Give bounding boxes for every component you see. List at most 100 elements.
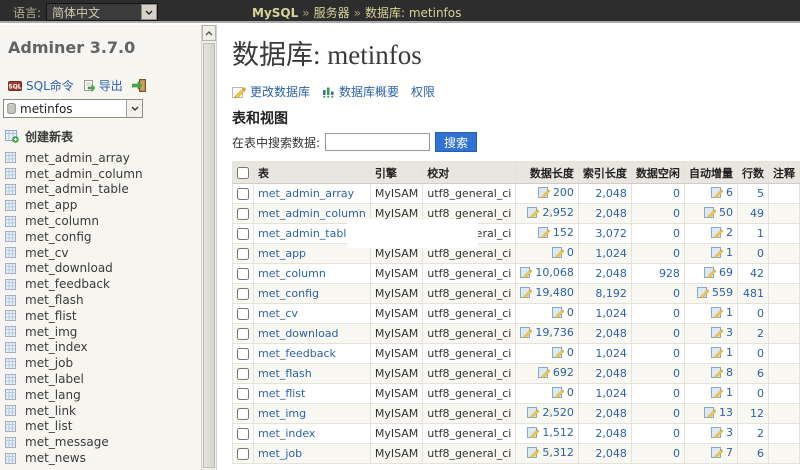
table-name-link[interactable]: met_download: [258, 327, 339, 340]
index-length-link[interactable]: 2,048: [595, 187, 627, 200]
auto-increment-link[interactable]: 50: [704, 206, 733, 219]
sidebar-item-met_flist[interactable]: met_flist: [5, 308, 195, 324]
data-length-link[interactable]: 2,520: [527, 406, 574, 419]
sidebar-table-link[interactable]: met_admin_column: [25, 167, 143, 181]
row-checkbox[interactable]: [237, 228, 249, 240]
row-checkbox[interactable]: [237, 248, 249, 260]
sidebar-item-met_admin_table[interactable]: met_admin_table: [5, 182, 195, 198]
data-length-link[interactable]: 152: [538, 226, 574, 239]
rows-link[interactable]: 49: [750, 207, 764, 220]
sidebar-table-link[interactable]: met_list: [25, 419, 72, 433]
data-length-link[interactable]: 1,512: [527, 426, 574, 439]
row-checkbox[interactable]: [237, 368, 249, 380]
sidebar-table-link[interactable]: met_column: [25, 214, 99, 228]
database-select[interactable]: metinfos: [3, 99, 143, 118]
table-name-link[interactable]: met_app: [258, 247, 306, 260]
index-length-link[interactable]: 2,048: [595, 367, 627, 380]
sidebar-table-link[interactable]: met_message: [25, 435, 109, 449]
row-checkbox[interactable]: [237, 448, 249, 460]
rows-link[interactable]: 12: [750, 407, 764, 420]
index-length-link[interactable]: 2,048: [595, 407, 627, 420]
data-free-link[interactable]: 0: [673, 187, 680, 200]
sidebar-table-link[interactable]: met_link: [25, 404, 76, 418]
sidebar-table-link[interactable]: met_news: [25, 451, 86, 465]
index-length-link[interactable]: 8,192: [595, 287, 627, 300]
rows-link[interactable]: 5: [757, 187, 764, 200]
sidebar-item-met_img[interactable]: met_img: [5, 324, 195, 340]
auto-increment-link[interactable]: 559: [697, 286, 733, 299]
index-length-link[interactable]: 2,048: [595, 447, 627, 460]
data-free-link[interactable]: 0: [673, 207, 680, 220]
search-input[interactable]: [325, 133, 430, 151]
data-length-link[interactable]: 0: [552, 246, 574, 259]
sidebar-table-link[interactable]: met_app: [25, 198, 77, 212]
auto-increment-link[interactable]: 13: [704, 406, 733, 419]
table-name-link[interactable]: met_cv: [258, 307, 298, 320]
auto-increment-link[interactable]: 3: [711, 326, 733, 339]
breadcrumb-mysql[interactable]: MySQL: [252, 6, 298, 20]
sidebar-item-met_config[interactable]: met_config: [5, 229, 195, 245]
sidebar-table-link[interactable]: met_admin_table: [25, 182, 129, 196]
data-free-link[interactable]: 0: [673, 327, 680, 340]
sidebar-item-met_admin_column[interactable]: met_admin_column: [5, 166, 195, 182]
sidebar-item-met_news[interactable]: met_news: [5, 450, 195, 466]
data-free-link[interactable]: 0: [673, 247, 680, 260]
rows-link[interactable]: 2: [757, 427, 764, 440]
sidebar-item-met_index[interactable]: met_index: [5, 340, 195, 356]
data-free-link[interactable]: 0: [673, 347, 680, 360]
rows-link[interactable]: 481: [743, 287, 764, 300]
data-free-link[interactable]: 0: [673, 227, 680, 240]
index-length-link[interactable]: 3,072: [595, 227, 627, 240]
auto-increment-link[interactable]: 1: [711, 306, 733, 319]
index-length-link[interactable]: 1,024: [595, 387, 627, 400]
data-free-link[interactable]: 0: [673, 407, 680, 420]
auto-increment-link[interactable]: 6: [711, 186, 733, 199]
data-length-link[interactable]: 0: [552, 386, 574, 399]
sidebar-item-met_app[interactable]: met_app: [5, 197, 195, 213]
data-free-link[interactable]: 0: [673, 307, 680, 320]
sidebar-table-link[interactable]: met_job: [25, 356, 73, 370]
data-free-link[interactable]: 0: [673, 427, 680, 440]
sidebar-item-met_column[interactable]: met_column: [5, 213, 195, 229]
data-length-link[interactable]: 19,480: [520, 286, 574, 299]
auto-increment-link[interactable]: 69: [704, 266, 733, 279]
rows-link[interactable]: 42: [750, 267, 764, 280]
sidebar-table-link[interactable]: met_cv: [25, 246, 68, 260]
row-checkbox[interactable]: [237, 388, 249, 400]
data-length-link[interactable]: 200: [538, 186, 574, 199]
auto-increment-link[interactable]: 1: [711, 346, 733, 359]
sidebar-table-link[interactable]: met_flist: [25, 309, 77, 323]
auto-increment-link[interactable]: 1: [711, 246, 733, 259]
index-length-link[interactable]: 1,024: [595, 247, 627, 260]
table-name-link[interactable]: met_flash: [258, 367, 312, 380]
table-name-link[interactable]: met_feedback: [258, 347, 336, 360]
data-free-link[interactable]: 0: [673, 447, 680, 460]
data-length-link[interactable]: 0: [552, 306, 574, 319]
table-name-link[interactable]: met_job: [258, 447, 302, 460]
create-table-link[interactable]: 创建新表: [5, 128, 73, 145]
row-checkbox[interactable]: [237, 208, 249, 220]
sidebar-item-met_download[interactable]: met_download: [5, 261, 195, 277]
auto-increment-link[interactable]: 8: [711, 366, 733, 379]
sidebar-item-met_admin_array[interactable]: met_admin_array: [5, 150, 195, 166]
auto-increment-link[interactable]: 1: [711, 386, 733, 399]
index-length-link[interactable]: 2,048: [595, 327, 627, 340]
sidebar-table-link[interactable]: met_download: [25, 261, 113, 275]
index-length-link[interactable]: 1,024: [595, 307, 627, 320]
sidebar-table-link[interactable]: met_index: [25, 340, 88, 354]
alter-database-link[interactable]: 更改数据库: [232, 83, 310, 100]
data-free-link[interactable]: 0: [673, 387, 680, 400]
row-checkbox[interactable]: [237, 328, 249, 340]
language-select[interactable]: 简体中文: [46, 3, 158, 21]
sql-command-link[interactable]: SQL SQL命令: [8, 77, 74, 94]
index-length-link[interactable]: 2,048: [595, 427, 627, 440]
data-free-link[interactable]: 928: [659, 267, 680, 280]
row-checkbox[interactable]: [237, 428, 249, 440]
table-name-link[interactable]: met_column: [258, 267, 326, 280]
sidebar-table-link[interactable]: met_lang: [25, 388, 81, 402]
search-button[interactable]: 搜索: [435, 132, 477, 152]
export-link[interactable]: 导出: [83, 77, 123, 94]
table-name-link[interactable]: met_admin_array: [258, 187, 354, 200]
sidebar-table-link[interactable]: met_flash: [25, 293, 84, 307]
table-name-link[interactable]: met_img: [258, 407, 306, 420]
